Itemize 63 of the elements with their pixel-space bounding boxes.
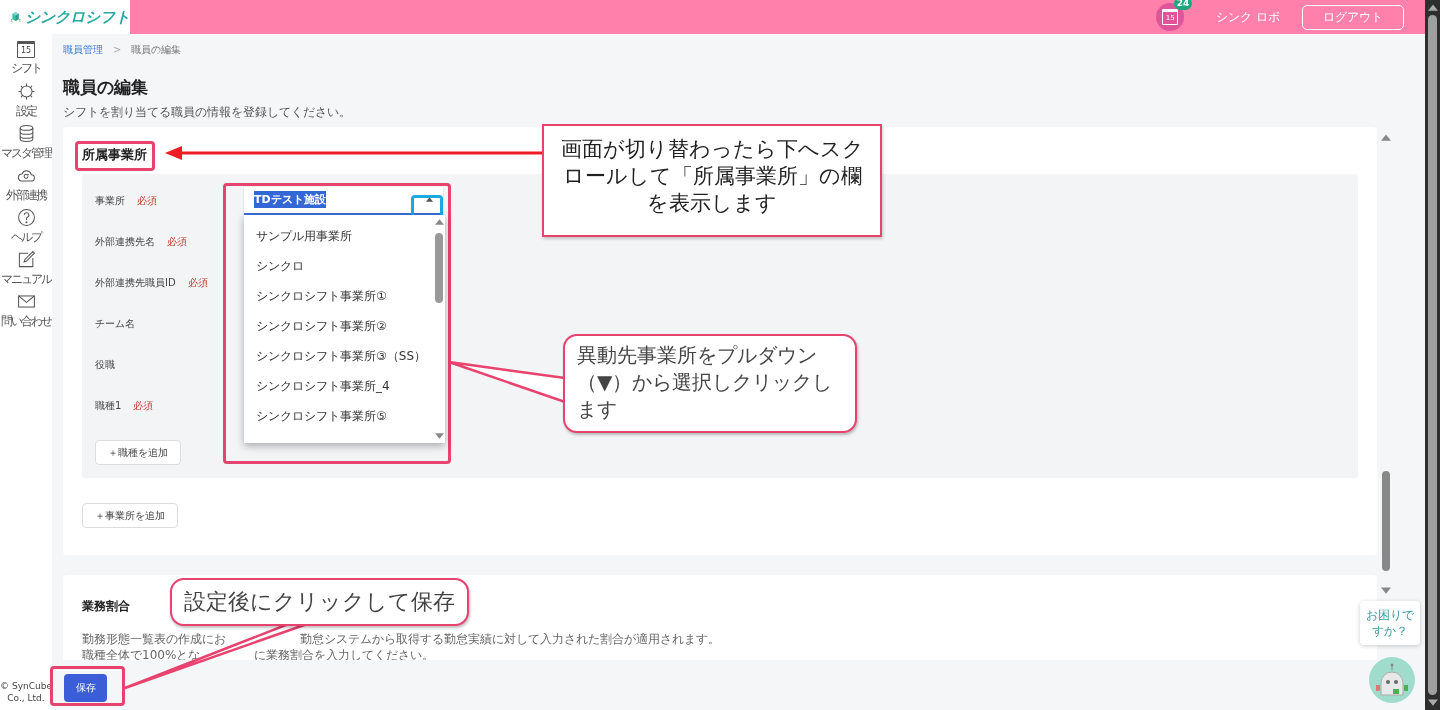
field-label: 外部連携先名 xyxy=(95,234,155,249)
office-select[interactable]: TDテスト施設 xyxy=(244,186,443,215)
add-office-button[interactable]: ＋事業所を追加 xyxy=(82,503,178,528)
app-logo: シンクロシフト xyxy=(25,7,130,27)
dropdown-option[interactable]: シンクロシフト事業所_4 xyxy=(244,370,433,401)
save-button[interactable]: 保存 xyxy=(64,673,107,702)
breadcrumb-item: 職員の編集 xyxy=(131,43,182,57)
breadcrumb-separator: > xyxy=(113,43,122,57)
scrollbar-thumb[interactable] xyxy=(1381,471,1390,571)
sidebar-item[interactable]: 問い合わせ xyxy=(0,290,52,332)
sidebar-item[interactable]: マニュアル xyxy=(0,248,52,290)
required-tag: 必須 xyxy=(167,234,187,249)
page-scrollbar[interactable] xyxy=(1379,134,1392,594)
down-arrow-icon[interactable] xyxy=(1427,699,1438,706)
copyright-text: © SynCube Co., Ltd. xyxy=(0,680,52,704)
dropdown-option[interactable]: シンクロシフト事業所⑤ xyxy=(244,400,433,431)
breadcrumb-item[interactable]: 職員管理 xyxy=(63,43,103,57)
dropdown-option[interactable]: シンクロシフト事業所① xyxy=(244,280,433,311)
dropdown-option[interactable]: サンプル用事業所 xyxy=(244,220,433,251)
caret-icon xyxy=(426,197,433,202)
required-tag: 必須 xyxy=(137,193,157,208)
section-title: 所属事業所 xyxy=(82,146,147,164)
page-title: 職員の編集 xyxy=(63,76,149,98)
required-tag: 必須 xyxy=(187,275,208,290)
dropdown-option[interactable]: シンクロシフト事業所③（SS） xyxy=(244,340,433,371)
user-name: シンク ロボ xyxy=(1216,8,1280,26)
section-title: 業務割合 xyxy=(82,598,130,614)
dropdown-option[interactable]: シンクロ xyxy=(244,250,433,281)
description-text: に業務割合を入力してください。 xyxy=(254,646,434,660)
down-arrow-icon[interactable] xyxy=(434,432,444,439)
field-label: 事業所 xyxy=(95,193,125,208)
window-scrollbar[interactable] xyxy=(1425,0,1440,710)
sidebar-item[interactable]: 15 シフト xyxy=(0,38,52,80)
sidebar-item[interactable]: ヘルプ xyxy=(0,206,52,248)
dropdown-option[interactable]: シンクロシフト事業所② xyxy=(244,310,433,341)
sidebar-item[interactable]: マスタ管理 xyxy=(0,122,52,164)
mail-icon xyxy=(16,292,36,311)
edit-note-icon xyxy=(16,250,36,269)
required-tag: 必須 xyxy=(133,398,154,413)
field-label: 役職 xyxy=(95,357,115,372)
callout-note: 画面が切り替わったら下へスクロールして「所属事業所」の欄を表示します xyxy=(542,124,882,237)
help-bubble[interactable]: お困りですか？ xyxy=(1360,601,1420,645)
robot-avatar-icon[interactable] xyxy=(1369,657,1415,703)
add-job-type-button[interactable]: ＋職種を追加 xyxy=(95,440,181,465)
down-arrow-icon[interactable] xyxy=(1380,587,1391,594)
field-label: 職種1 xyxy=(95,398,122,413)
page-description: シフトを割り当てる職員の情報を登録してください。 xyxy=(63,105,352,119)
up-arrow-icon[interactable] xyxy=(1427,4,1438,11)
sidebar-item[interactable]: 設定 xyxy=(0,80,52,122)
notification-badge: 24 xyxy=(1173,0,1193,10)
field-label: チーム名 xyxy=(95,316,135,331)
callout-note: 異動先事業所をプルダウン（▼）から選択しクリックします xyxy=(563,334,857,433)
field-label: 外部連携先職員ID xyxy=(95,275,176,290)
scrollbar-thumb[interactable] xyxy=(435,232,443,303)
description-text: 勤怠システムから取得する勤怠実績に対して入力された割合が適用されます。 xyxy=(300,630,720,648)
up-arrow-icon[interactable] xyxy=(1380,134,1391,141)
gear-icon xyxy=(16,82,36,101)
help-icon xyxy=(16,208,36,227)
sidebar-item[interactable]: 外部連携 xyxy=(0,164,52,206)
callout-note: 設定後にクリックして保存 xyxy=(170,578,469,626)
calendar-icon: 15 xyxy=(17,41,35,58)
up-arrow-icon[interactable] xyxy=(434,218,444,225)
description-text: 勤務形態一覧表の作成にお xyxy=(82,630,227,648)
